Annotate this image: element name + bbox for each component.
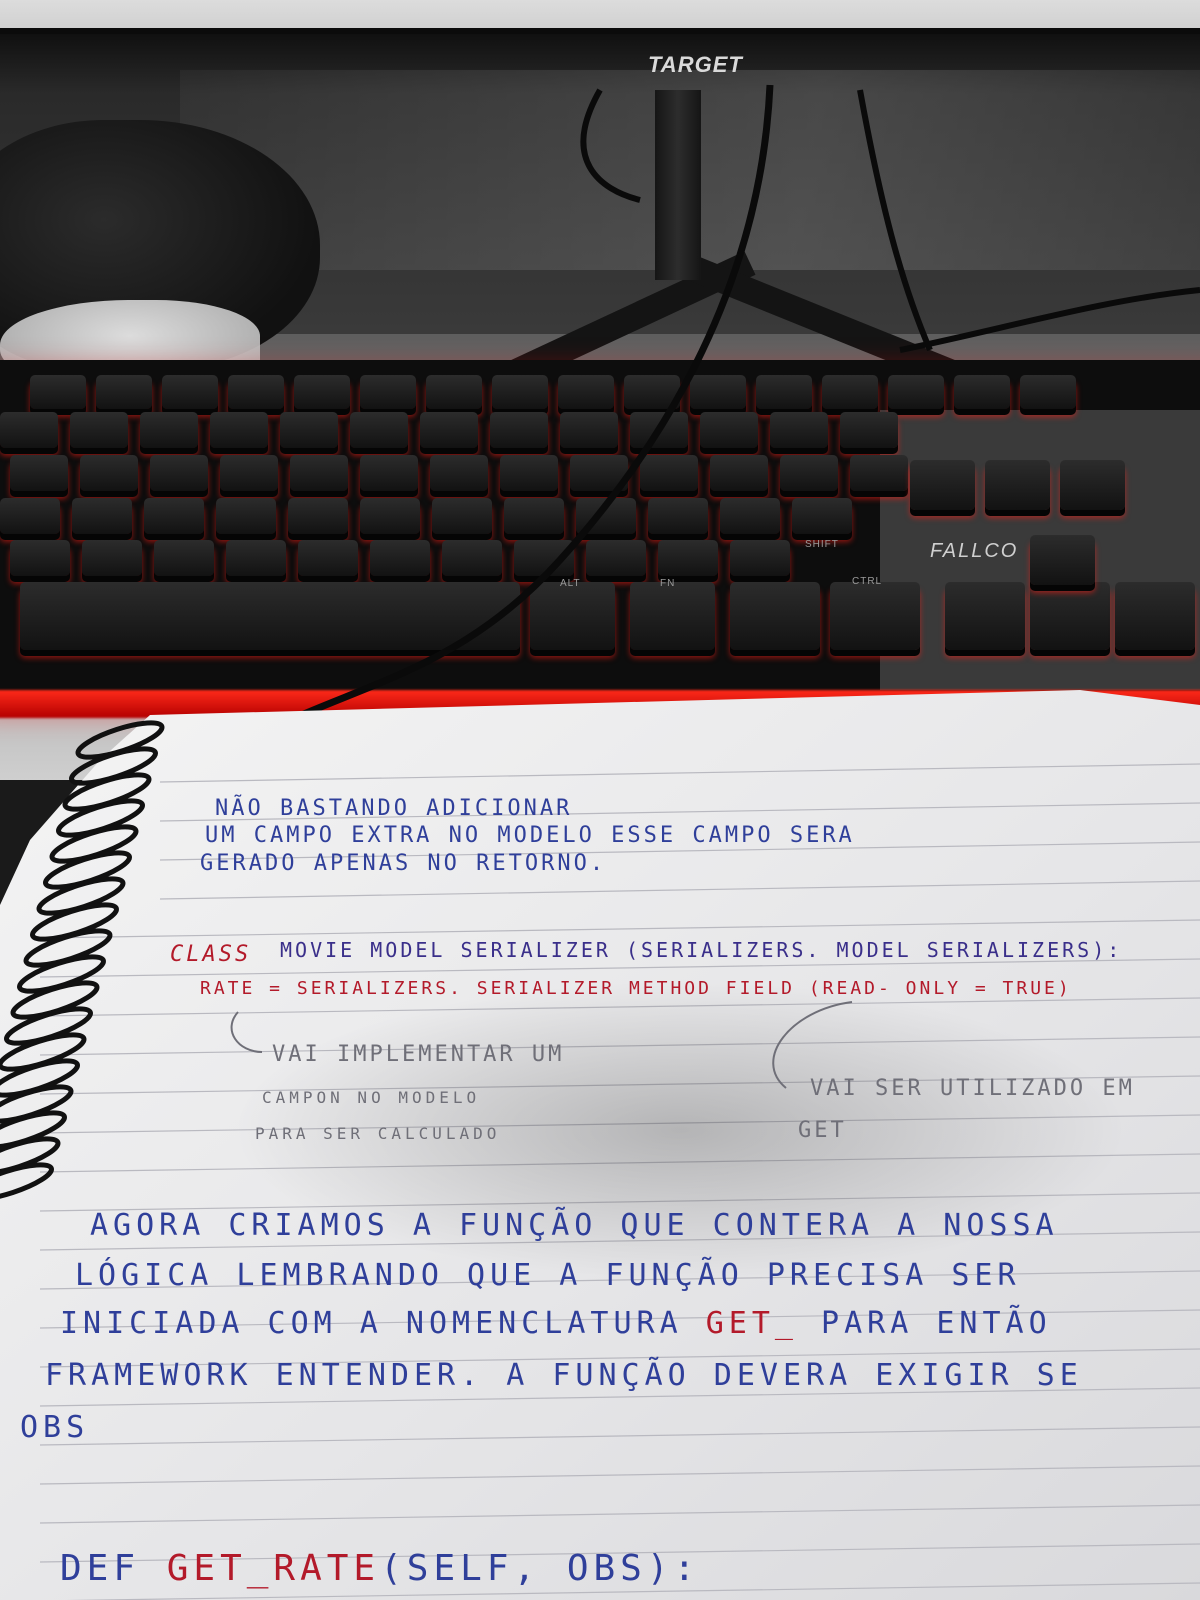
note-paragraph2-line2: LÓGICA LEMBRANDO QUE A FUNÇÃO PRECISA SE…: [75, 1258, 1021, 1293]
note-paragraph2-line3: INICIADA COM A NOMENCLATURA GET_ PARA EN…: [60, 1306, 1052, 1341]
get-prefix: GET_: [705, 1306, 798, 1341]
code-def-name: GET_RATE: [166, 1548, 381, 1589]
note-paragraph2-line5: OBS: [20, 1410, 90, 1445]
note-paragraph2-line4: FRAMEWORK ENTENDER. A FUNÇÃO DEVERA EXIG…: [45, 1358, 1083, 1393]
note-paragraph2-line1: AGORA CRIAMOS A FUNÇÃO QUE CONTERA A NOS…: [90, 1208, 1059, 1243]
code-def-line: DEF GET_RATE(SELF, OBS):: [60, 1548, 701, 1589]
photo-scene: TARGET SHIFT CTRL ALT FN FALLCO NÃO BAST…: [0, 0, 1200, 1600]
